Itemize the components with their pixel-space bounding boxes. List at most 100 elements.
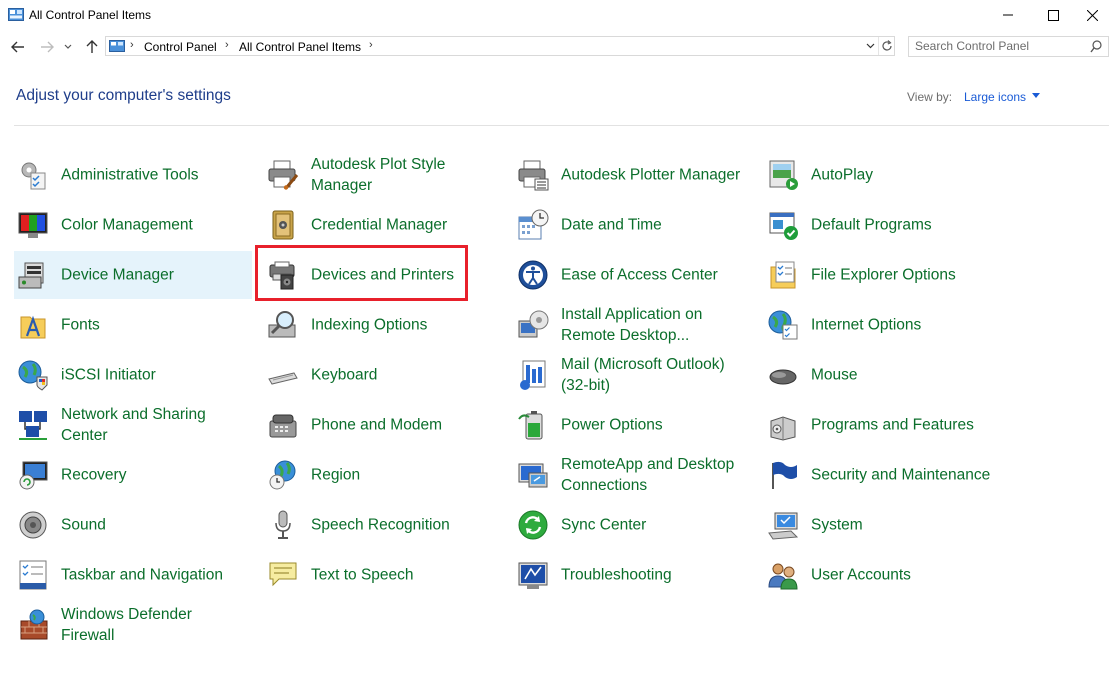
chevron-down-icon bbox=[866, 43, 874, 49]
recent-locations-button[interactable] bbox=[62, 38, 74, 56]
item-label: Network and Sharing Center bbox=[61, 406, 206, 444]
item-autoplay[interactable]: AutoPlay bbox=[764, 151, 1002, 199]
search-input[interactable] bbox=[915, 39, 1085, 53]
control-panel-icon bbox=[8, 8, 24, 21]
mouse-icon bbox=[769, 369, 797, 385]
item-credential-manager[interactable]: Credential Manager bbox=[264, 201, 502, 249]
item-label: RemoteApp and Desktop Connections bbox=[561, 456, 735, 494]
item-internet-options[interactable]: Internet Options bbox=[764, 301, 1002, 349]
control-panel-icon bbox=[109, 40, 125, 52]
plotter-icon bbox=[518, 160, 549, 191]
item-autodesk-plot-style-manager[interactable]: Autodesk Plot Style Manager bbox=[264, 151, 502, 199]
item-network-and-sharing-center[interactable]: Network and Sharing Center bbox=[14, 401, 252, 449]
item-power-options[interactable]: Power Options bbox=[514, 401, 752, 449]
item-color-management[interactable]: Color Management bbox=[14, 201, 252, 249]
item-ease-of-access-center[interactable]: Ease of Access Center bbox=[514, 251, 752, 299]
item-install-application-remote-desktop[interactable]: Install Application on Remote Desktop... bbox=[514, 301, 752, 349]
breadcrumb-separator-icon[interactable]: › bbox=[225, 39, 229, 51]
item-mouse[interactable]: Mouse bbox=[764, 351, 1002, 399]
item-fonts[interactable]: Fonts bbox=[14, 301, 252, 349]
item-security-and-maintenance[interactable]: Security and Maintenance bbox=[764, 451, 1002, 499]
close-button[interactable] bbox=[1069, 0, 1115, 30]
item-user-accounts[interactable]: User Accounts bbox=[764, 551, 1002, 599]
item-indexing-options[interactable]: Indexing Options bbox=[264, 301, 502, 349]
page-heading: Adjust your computer's settings bbox=[16, 87, 231, 104]
refresh-button[interactable] bbox=[879, 37, 895, 55]
iscsi-globe-icon bbox=[18, 360, 48, 391]
up-button[interactable] bbox=[83, 38, 101, 56]
ease-of-access-icon bbox=[518, 260, 548, 290]
item-label: System bbox=[811, 516, 863, 534]
troubleshooting-icon bbox=[518, 562, 548, 589]
item-file-explorer-options[interactable]: File Explorer Options bbox=[764, 251, 1002, 299]
highlight-box bbox=[255, 245, 468, 301]
item-label: Phone and Modem bbox=[311, 416, 442, 434]
item-speech-recognition[interactable]: Speech Recognition bbox=[264, 501, 502, 549]
forward-button[interactable] bbox=[38, 38, 56, 56]
item-iscsi-initiator[interactable]: iSCSI Initiator bbox=[14, 351, 252, 399]
item-text-to-speech[interactable]: Text to Speech bbox=[264, 551, 502, 599]
breadcrumb-control-panel[interactable]: Control Panel bbox=[144, 40, 217, 54]
item-label: Speech Recognition bbox=[311, 516, 450, 534]
item-device-manager[interactable]: Device Manager bbox=[14, 251, 252, 299]
address-history-dropdown[interactable] bbox=[862, 37, 879, 55]
item-label: Text to Speech bbox=[311, 566, 414, 584]
breadcrumb-separator-icon[interactable]: › bbox=[130, 39, 134, 51]
item-recovery[interactable]: Recovery bbox=[14, 451, 252, 499]
address-bar[interactable]: › Control Panel › All Control Panel Item… bbox=[105, 36, 895, 56]
refresh-icon bbox=[882, 40, 892, 51]
autoplay-icon bbox=[769, 160, 798, 190]
item-label: Device Manager bbox=[61, 266, 174, 284]
system-computer-icon bbox=[768, 512, 799, 540]
item-mail-microsoft-outlook[interactable]: Mail (Microsoft Outlook) (32-bit) bbox=[514, 351, 752, 399]
view-by-dropdown[interactable]: Large icons bbox=[964, 90, 1041, 104]
item-label: Fonts bbox=[61, 316, 100, 334]
search-box[interactable] bbox=[908, 36, 1109, 57]
item-label: Default Programs bbox=[811, 216, 932, 234]
item-label: iSCSI Initiator bbox=[61, 366, 156, 384]
forward-arrow-icon bbox=[41, 41, 54, 53]
back-arrow-icon bbox=[11, 41, 24, 53]
item-default-programs[interactable]: Default Programs bbox=[764, 201, 1002, 249]
internet-options-icon bbox=[768, 310, 798, 340]
item-system[interactable]: System bbox=[764, 501, 1002, 549]
color-management-icon bbox=[18, 212, 48, 238]
search-icon[interactable] bbox=[1090, 40, 1102, 53]
region-globe-clock-icon bbox=[269, 460, 296, 490]
item-label: Internet Options bbox=[811, 316, 922, 334]
item-label: Mouse bbox=[811, 366, 858, 384]
item-sync-center[interactable]: Sync Center bbox=[514, 501, 752, 549]
speech-bubble-icon bbox=[269, 562, 297, 587]
calendar-clock-icon bbox=[518, 209, 549, 240]
item-label: Power Options bbox=[561, 416, 663, 434]
item-windows-defender-firewall[interactable]: Windows Defender Firewall bbox=[14, 601, 252, 649]
breadcrumb-separator-icon[interactable]: › bbox=[369, 39, 373, 51]
item-taskbar-and-navigation[interactable]: Taskbar and Navigation bbox=[14, 551, 252, 599]
maximize-icon bbox=[1047, 9, 1059, 21]
item-label: Autodesk Plot Style Manager bbox=[311, 156, 446, 194]
item-remoteapp-and-desktop-connections[interactable]: RemoteApp and Desktop Connections bbox=[514, 451, 752, 499]
item-troubleshooting[interactable]: Troubleshooting bbox=[514, 551, 752, 599]
item-date-and-time[interactable]: Date and Time bbox=[514, 201, 752, 249]
minimize-button[interactable] bbox=[985, 0, 1031, 30]
item-phone-and-modem[interactable]: Phone and Modem bbox=[264, 401, 502, 449]
back-button[interactable] bbox=[9, 38, 27, 56]
item-label: Mail (Microsoft Outlook) (32-bit) bbox=[561, 356, 725, 394]
item-programs-and-features[interactable]: Programs and Features bbox=[764, 401, 1002, 449]
printer-brush-icon bbox=[268, 160, 299, 190]
item-administrative-tools[interactable]: Administrative Tools bbox=[14, 151, 252, 199]
item-region[interactable]: Region bbox=[264, 451, 502, 499]
window-title: All Control Panel Items bbox=[29, 8, 152, 22]
item-sound[interactable]: Sound bbox=[14, 501, 252, 549]
item-keyboard[interactable]: Keyboard bbox=[264, 351, 502, 399]
item-autodesk-plotter-manager[interactable]: Autodesk Plotter Manager bbox=[514, 151, 752, 199]
breadcrumb-all-items[interactable]: All Control Panel Items bbox=[239, 40, 361, 54]
chevron-down-icon bbox=[64, 44, 72, 49]
item-label: Sync Center bbox=[561, 516, 647, 534]
item-label: Credential Manager bbox=[311, 216, 448, 234]
view-by-value: Large icons bbox=[964, 90, 1027, 104]
item-label: Recovery bbox=[61, 466, 127, 484]
item-label: Region bbox=[311, 466, 361, 484]
mail-icon bbox=[520, 360, 546, 390]
item-label: User Accounts bbox=[811, 566, 911, 584]
